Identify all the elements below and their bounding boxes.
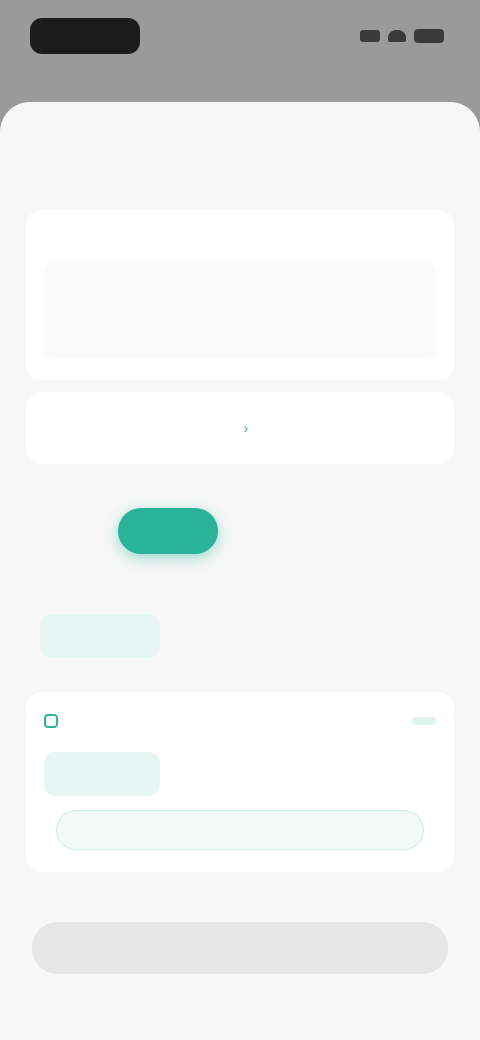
time-option-1[interactable] [44, 752, 160, 796]
checkbox-icon[interactable] [44, 714, 58, 728]
wifi-icon [388, 30, 406, 42]
segment-inactive-button[interactable] [240, 508, 340, 554]
status-time [30, 18, 140, 54]
time-card-badge[interactable] [412, 717, 436, 725]
confirm-button[interactable] [32, 922, 448, 974]
time-options-row [44, 752, 436, 796]
status-bar [0, 0, 480, 72]
link-card[interactable]: › [26, 392, 454, 464]
battery-icon [414, 29, 444, 43]
time-option-3[interactable] [320, 752, 436, 796]
time-card [26, 692, 454, 872]
options-row [40, 614, 440, 658]
info-text-area[interactable] [44, 262, 436, 358]
signal-icon [360, 30, 380, 42]
option-chip-2[interactable] [180, 614, 300, 658]
time-option-2[interactable] [182, 752, 298, 796]
segment-active-button[interactable] [118, 508, 218, 554]
info-card [26, 210, 454, 380]
time-card-header [44, 706, 436, 736]
time-input-field[interactable] [56, 810, 424, 850]
bottom-sheet: › [0, 102, 480, 1040]
option-chip-1[interactable] [40, 614, 160, 658]
segment-control [118, 502, 362, 560]
status-icons [360, 29, 444, 43]
option-chip-3[interactable] [320, 614, 440, 658]
chevron-right-icon: › [243, 420, 249, 436]
